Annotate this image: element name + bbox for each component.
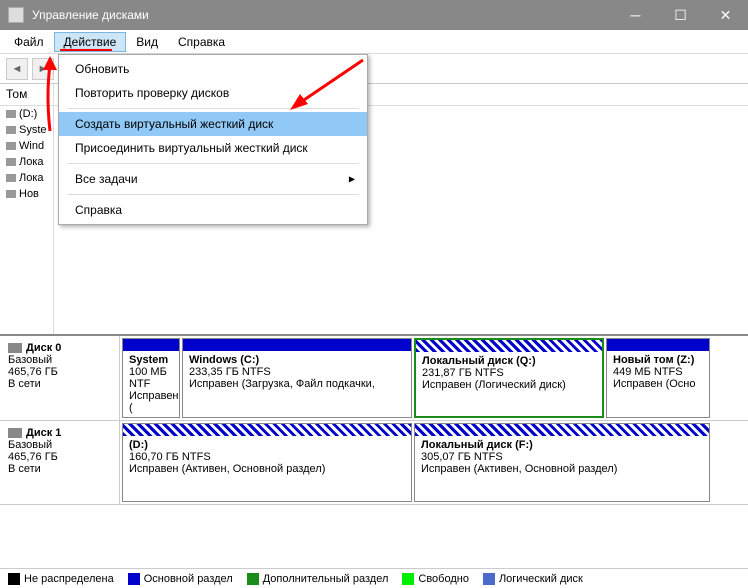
partition-size: 305,07 ГБ NTFS — [421, 451, 703, 463]
legend-label: Дополнительный раздел — [263, 573, 389, 585]
legend-swatch — [483, 573, 495, 585]
disk-row: Диск 0Базовый465,76 ГБВ сетиSystem100 МБ… — [0, 336, 748, 421]
partition-size: 233,35 ГБ NTFS — [189, 366, 405, 378]
legend: Не распределена Основной раздел Дополнител… — [0, 568, 748, 588]
partition[interactable]: (D:)160,70 ГБ NTFSИсправен (Активен, Осн… — [122, 423, 412, 502]
partition-status: Исправен (Осно — [613, 378, 703, 390]
volume-label: Нов — [19, 188, 39, 200]
partition[interactable]: Новый том (Z:)449 МБ NTFSИсправен (Осно — [606, 338, 710, 418]
partition[interactable]: Локальный диск (F:)305,07 ГБ NTFSИсправе… — [414, 423, 710, 502]
disk-row: Диск 1Базовый465,76 ГБВ сети(D:)160,70 Г… — [0, 421, 748, 505]
legend-swatch — [402, 573, 414, 585]
partition-size: 160,70 ГБ NTFS — [129, 451, 405, 463]
dropdown-separator — [67, 194, 359, 195]
disk-icon — [6, 110, 16, 118]
annotation-arrow — [288, 56, 368, 116]
partition-status: Исправен (Активен, Основной раздел) — [421, 463, 703, 475]
partition-status: Исправен ( — [129, 390, 173, 414]
maximize-button[interactable]: ☐ — [658, 0, 703, 30]
partition-size: 100 МБ NTF — [129, 366, 173, 390]
disk-icon — [6, 174, 16, 182]
disk-status: В сети — [8, 378, 111, 390]
partition[interactable]: Локальный диск (Q:)231,87 ГБ NTFSИсправе… — [414, 338, 604, 418]
partition-status: Исправен (Загрузка, Файл подкачки, — [189, 378, 405, 390]
annotation-underline — [60, 49, 112, 51]
partition-name: Локальный диск (Q:) — [422, 355, 596, 367]
partition-color-bar — [123, 339, 179, 351]
disk-size: 465,76 ГБ — [8, 366, 111, 378]
volume-row[interactable]: Лока — [0, 154, 53, 170]
annotation-arrow — [38, 56, 68, 136]
dropdown-help[interactable]: Справка — [59, 198, 367, 222]
partition-color-bar — [415, 424, 709, 436]
volume-label: (D:) — [19, 108, 37, 120]
legend-label: Свободно — [418, 573, 469, 585]
volume-label: Лока — [19, 156, 44, 168]
partition-name: Локальный диск (F:) — [421, 439, 703, 451]
menubar: Файл Действие Вид Справка — [0, 30, 748, 54]
partition-name: (D:) — [129, 439, 405, 451]
partitions: System100 МБ NTFИсправен (Windows (C:)23… — [120, 336, 748, 420]
partition[interactable]: System100 МБ NTFИсправен ( — [122, 338, 180, 418]
legend-label: Не распределена — [24, 573, 114, 585]
menu-view[interactable]: Вид — [126, 32, 168, 52]
legend-swatch — [247, 573, 259, 585]
disk-type: Базовый — [8, 439, 111, 451]
partition-color-bar — [607, 339, 709, 351]
dropdown-separator — [67, 163, 359, 164]
close-button[interactable]: ✕ — [703, 0, 748, 30]
volume-row[interactable]: Wind — [0, 138, 53, 154]
app-icon — [8, 7, 24, 23]
legend-label: Основной раздел — [144, 573, 233, 585]
disk-status: В сети — [8, 463, 111, 475]
legend-label: Логический диск — [499, 573, 583, 585]
disk-icon — [6, 142, 16, 150]
menu-help[interactable]: Справка — [168, 32, 235, 52]
partitions: (D:)160,70 ГБ NTFSИсправен (Активен, Осн… — [120, 421, 748, 504]
disk-icon — [8, 428, 22, 438]
dropdown-all-tasks-label: Все задачи — [75, 172, 138, 186]
disk-icon — [6, 190, 16, 198]
legend-swatch — [8, 573, 20, 585]
dropdown-attach-vhd[interactable]: Присоединить виртуальный жесткий диск — [59, 136, 367, 160]
dropdown-all-tasks[interactable]: Все задачи ▶ — [59, 167, 367, 191]
disk-info[interactable]: Диск 0Базовый465,76 ГБВ сети — [0, 336, 120, 420]
partition[interactable]: Windows (C:)233,35 ГБ NTFSИсправен (Загр… — [182, 338, 412, 418]
partition-size: 231,87 ГБ NTFS — [422, 367, 596, 379]
titlebar: Управление дисками ─ ☐ ✕ — [0, 0, 748, 30]
disk-icon — [6, 158, 16, 166]
volume-row[interactable]: Нов — [0, 186, 53, 202]
partition-status: Исправен (Логический диск) — [422, 379, 596, 391]
partition-color-bar — [183, 339, 411, 351]
disk-size: 465,76 ГБ — [8, 451, 111, 463]
disk-icon — [8, 343, 22, 353]
partition-name: System — [129, 354, 173, 366]
menu-file[interactable]: Файл — [4, 32, 54, 52]
disk-icon — [6, 126, 16, 134]
disk-name: Диск 1 — [26, 427, 61, 439]
disk-info[interactable]: Диск 1Базовый465,76 ГБВ сети — [0, 421, 120, 504]
minimize-button[interactable]: ─ — [613, 0, 658, 30]
partition-size: 449 МБ NTFS — [613, 366, 703, 378]
volume-row[interactable]: Лока — [0, 170, 53, 186]
volume-label: Лока — [19, 172, 44, 184]
partition-name: Новый том (Z:) — [613, 354, 703, 366]
partition-color-bar — [416, 340, 602, 352]
partition-color-bar — [123, 424, 411, 436]
disk-layout-panel: Диск 0Базовый465,76 ГБВ сетиSystem100 МБ… — [0, 336, 748, 568]
submenu-arrow-icon: ▶ — [349, 175, 355, 184]
volume-label: Wind — [19, 140, 44, 152]
back-button[interactable]: ◄ — [6, 58, 28, 80]
disk-name: Диск 0 — [26, 342, 61, 354]
partition-name: Windows (C:) — [189, 354, 405, 366]
disk-type: Базовый — [8, 354, 111, 366]
window-title: Управление дисками — [32, 8, 149, 22]
legend-swatch — [128, 573, 140, 585]
partition-status: Исправен (Активен, Основной раздел) — [129, 463, 405, 475]
